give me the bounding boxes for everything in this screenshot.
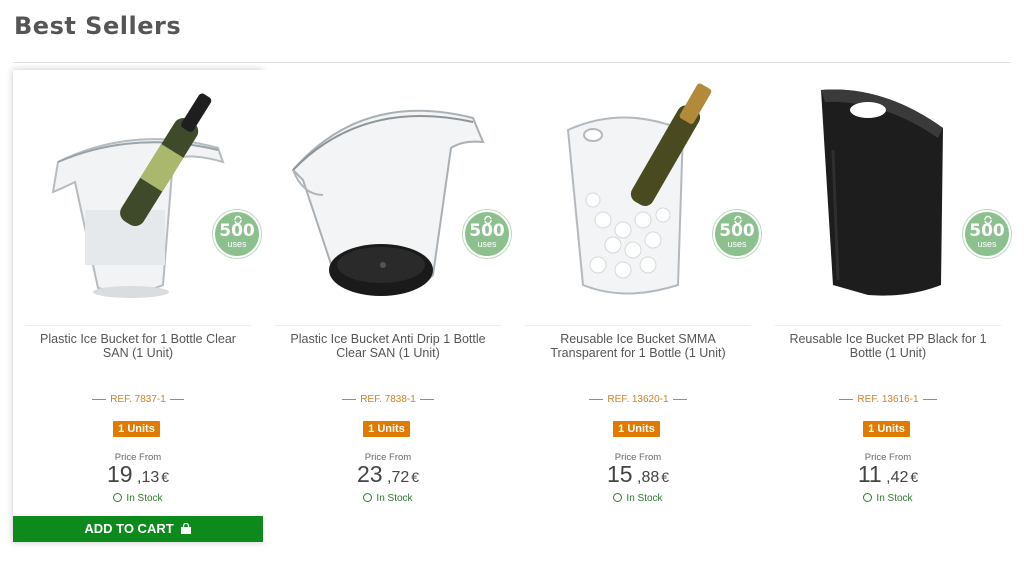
shopping-bag-icon (180, 523, 191, 534)
product-name[interactable]: Reusable Ice Bucket SMMA Transparent for… (531, 332, 745, 360)
price-decimal: 42 (890, 469, 909, 486)
ref-text: REF. 13620-1 (607, 394, 669, 405)
badge-number: 500 (969, 221, 1005, 241)
product-price: 19 ,13 € (106, 461, 170, 487)
price-currency: € (661, 469, 670, 485)
product-name[interactable]: Plastic Ice Bucket for 1 Bottle Clear SA… (31, 332, 245, 360)
ref-text: REF. 13616-1 (857, 394, 919, 405)
section-title: Best Sellers (14, 12, 182, 40)
reuse-500-badge: 500 uses (463, 210, 511, 258)
reuse-500-badge: 500 uses (713, 210, 761, 258)
product-ref: REF. 7837-1 (13, 394, 263, 405)
product-card[interactable]: 500 uses Reusable Ice Bucket SMMA Transp… (513, 70, 763, 542)
product-ref: REF. 13616-1 (763, 394, 1013, 405)
stock-text: In Stock (876, 493, 913, 504)
product-price: 15 ,88 € (606, 461, 670, 487)
product-image[interactable] (513, 70, 763, 320)
product-ref: REF. 7838-1 (263, 394, 513, 405)
badge-number: 500 (469, 221, 505, 241)
product-price: 23 ,72 € (356, 461, 420, 487)
ref-text: REF. 7837-1 (110, 394, 166, 405)
stock-text: In Stock (126, 493, 163, 504)
badge-label: uses (477, 239, 497, 249)
check-circle-icon (863, 493, 873, 502)
stock-text: In Stock (376, 493, 413, 504)
units-badge: 1 Units (113, 421, 160, 437)
product-price: 11 ,42 € (857, 461, 919, 487)
title-divider (13, 62, 1011, 63)
check-circle-icon (613, 493, 623, 502)
check-circle-icon (363, 493, 373, 502)
product-card[interactable]: 500 uses Reusable Ice Bucket PP Black fo… (763, 70, 1013, 542)
card-divider (775, 325, 1001, 326)
stock-status: In Stock (513, 493, 763, 504)
badge-label: uses (227, 239, 247, 249)
badge-label: uses (977, 239, 997, 249)
badge-label: uses (727, 239, 747, 249)
reuse-500-badge: 500 uses (213, 210, 261, 258)
product-image[interactable] (763, 70, 1013, 320)
product-ref: REF. 13620-1 (513, 394, 763, 405)
stock-status: In Stock (263, 493, 513, 504)
stock-status: In Stock (13, 493, 263, 504)
badge-number: 500 (719, 221, 755, 241)
badge-number: 500 (219, 221, 255, 241)
price-integer: 19 (106, 461, 133, 487)
card-divider (25, 325, 251, 326)
price-currency: € (910, 469, 919, 485)
price-decimal: 88 (641, 469, 660, 486)
add-to-cart-label: ADD TO CART (84, 521, 174, 536)
stock-status: In Stock (763, 493, 1013, 504)
product-grid: 500 uses Plastic Ice Bucket for 1 Bottle… (13, 70, 1013, 550)
product-name[interactable]: Reusable Ice Bucket PP Black for 1 Bottl… (781, 332, 995, 360)
card-divider (525, 325, 751, 326)
card-divider (275, 325, 501, 326)
ref-text: REF. 7838-1 (360, 394, 416, 405)
price-decimal: 72 (391, 469, 410, 486)
reuse-500-badge: 500 uses (963, 210, 1011, 258)
stock-text: In Stock (626, 493, 663, 504)
product-image[interactable] (263, 70, 513, 320)
product-name[interactable]: Plastic Ice Bucket Anti Drip 1 Bottle Cl… (281, 332, 495, 360)
product-image[interactable] (13, 70, 263, 320)
price-currency: € (411, 469, 420, 485)
product-card[interactable]: 500 uses Plastic Ice Bucket for 1 Bottle… (13, 70, 263, 542)
price-integer: 23 (356, 461, 383, 487)
price-decimal: 13 (141, 469, 160, 486)
product-card[interactable]: 500 uses Plastic Ice Bucket Anti Drip 1 … (263, 70, 513, 542)
units-badge: 1 Units (363, 421, 410, 437)
price-integer: 11 (857, 461, 882, 487)
units-badge: 1 Units (863, 421, 910, 437)
price-integer: 15 (606, 461, 633, 487)
add-to-cart-button[interactable]: ADD TO CART (13, 516, 263, 542)
price-currency: € (161, 469, 170, 485)
check-circle-icon (113, 493, 123, 502)
units-badge: 1 Units (613, 421, 660, 437)
